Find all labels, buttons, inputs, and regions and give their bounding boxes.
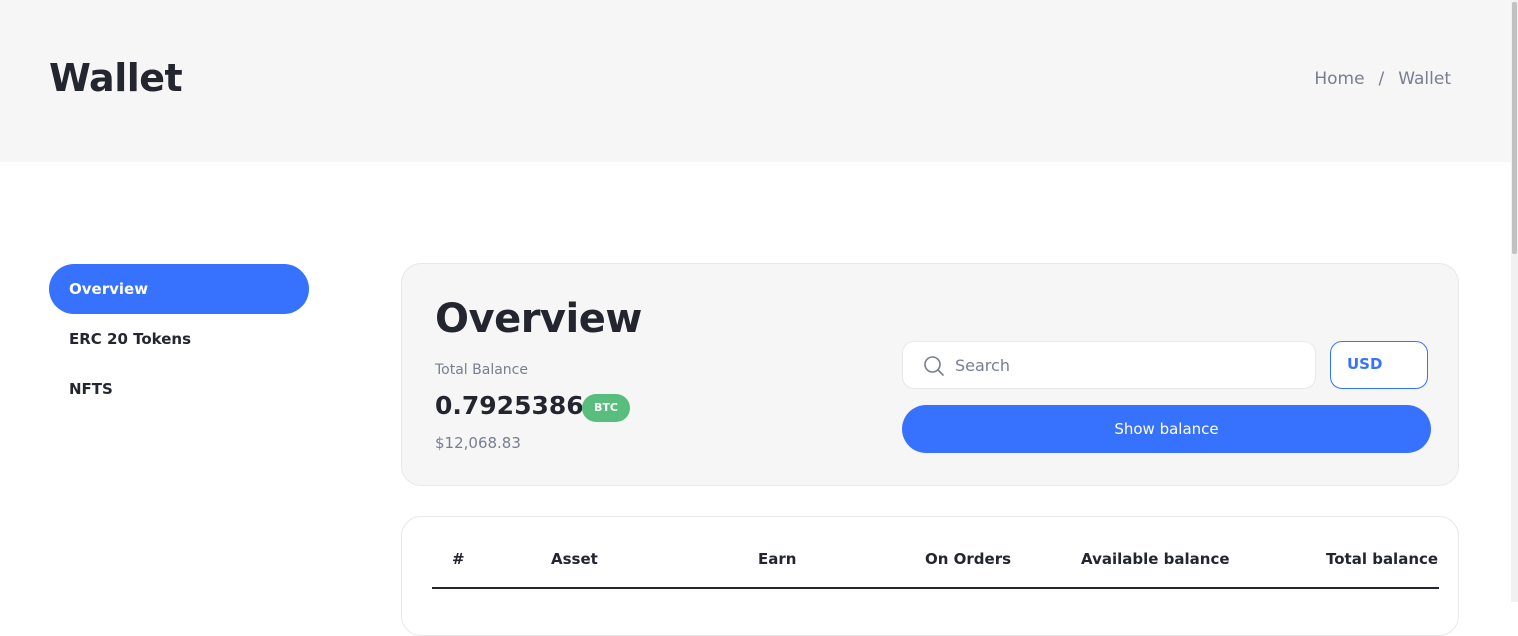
show-balance-button[interactable]: Show balance — [902, 405, 1431, 453]
scrollbar-thumb[interactable] — [1512, 2, 1517, 254]
currency-select[interactable]: USD — [1330, 341, 1428, 389]
column-header-on-orders[interactable]: On Orders — [925, 550, 1011, 568]
column-header-total-balance[interactable]: Total balance — [1326, 550, 1438, 568]
assets-table: # Asset Earn On Orders Available balance… — [401, 516, 1459, 636]
fiat-balance: $12,068.83 — [435, 434, 521, 452]
sidebar-item-nfts[interactable]: NFTS — [49, 364, 309, 414]
currency-badge: BTC — [582, 394, 630, 422]
breadcrumb-home-link[interactable]: Home — [1314, 69, 1364, 89]
sidebar-item-overview[interactable]: Overview — [49, 264, 309, 314]
page-header: Wallet Home / Wallet — [0, 0, 1511, 162]
table-header: # Asset Earn On Orders Available balance… — [432, 517, 1439, 589]
column-header-asset[interactable]: Asset — [551, 550, 598, 568]
overview-title: Overview — [435, 296, 642, 342]
column-header-earn[interactable]: Earn — [758, 550, 796, 568]
breadcrumb-current: Wallet — [1398, 69, 1451, 89]
overview-card: Overview Total Balance 0.79253864 BTC $1… — [401, 263, 1459, 486]
page-title: Wallet — [49, 56, 183, 100]
column-header-index[interactable]: # — [452, 550, 465, 568]
total-balance-label: Total Balance — [435, 362, 528, 378]
total-balance-amount: 0.79253864 — [435, 391, 602, 420]
breadcrumb: Home / Wallet — [1314, 69, 1451, 89]
sidebar-nav: Overview ERC 20 Tokens NFTS — [49, 264, 309, 414]
breadcrumb-separator: / — [1378, 69, 1385, 89]
search-box[interactable] — [902, 341, 1316, 389]
search-icon — [923, 355, 945, 377]
sidebar-item-erc20-tokens[interactable]: ERC 20 Tokens — [49, 314, 309, 364]
search-input[interactable] — [955, 342, 1305, 388]
column-header-available-balance[interactable]: Available balance — [1081, 550, 1230, 568]
